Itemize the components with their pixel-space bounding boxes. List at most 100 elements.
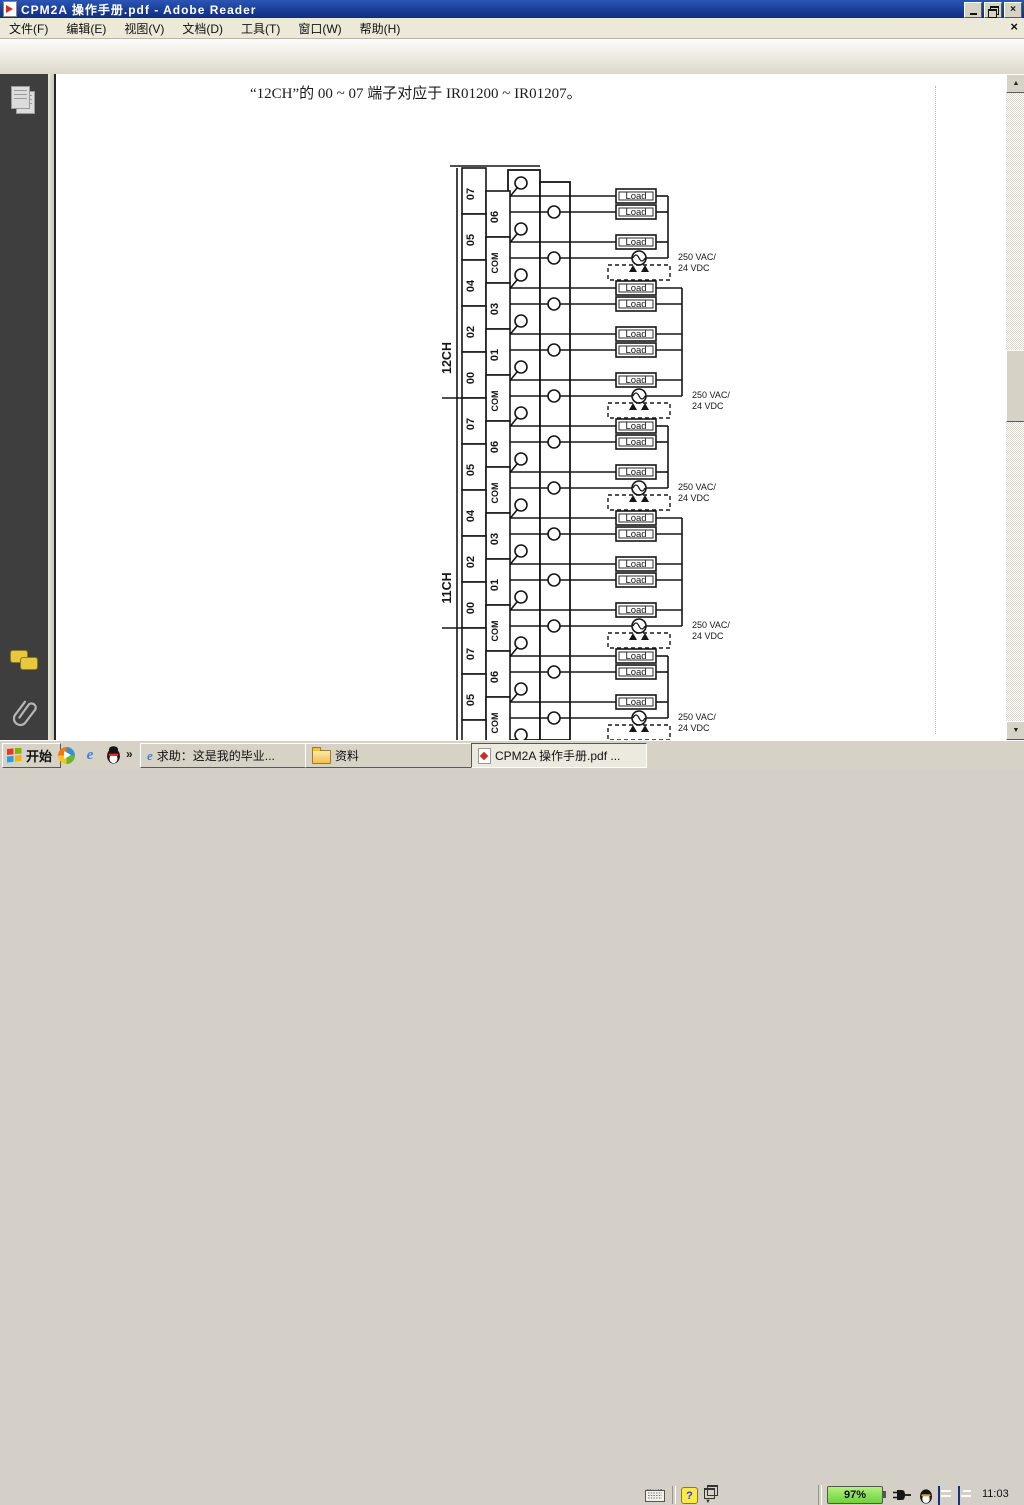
svg-text:11CH: 11CH (442, 572, 454, 603)
svg-text:06: 06 (489, 211, 501, 223)
svg-text:24 VDC: 24 VDC (692, 631, 724, 641)
scroll-down-icon: ▼ (1013, 727, 1020, 734)
svg-text:Load: Load (625, 283, 646, 294)
qq-penguin-icon (919, 1487, 933, 1504)
svg-text:02: 02 (465, 326, 477, 338)
folder-icon (312, 750, 331, 764)
svg-text:COM: COM (490, 253, 500, 274)
language-dropdown-icon[interactable]: ▼ (705, 1499, 711, 1505)
window-titlebar[interactable]: CPM2A 操作手册.pdf - Adobe Reader × (0, 0, 1024, 18)
taskbar-task-browser[interactable]: e 求助：这是我的毕业... (140, 743, 314, 768)
menu-bar: 文件(F) 编辑(E) 视图(V) 文档(D) 工具(T) 窗口(W) 帮助(H… (0, 18, 1024, 39)
battery-indicator[interactable]: 97% (827, 1486, 883, 1504)
task-label: CPM2A 操作手册.pdf ... (495, 747, 620, 764)
adobe-reader-icon (3, 1, 17, 17)
svg-text:07: 07 (465, 188, 477, 200)
language-help-icon[interactable]: ? (681, 1487, 698, 1504)
menu-window[interactable]: 窗口(W) (289, 18, 350, 39)
close-document-icon[interactable]: × (1010, 20, 1018, 33)
pages-panel-icon[interactable] (11, 86, 35, 114)
svg-text:07: 07 (465, 648, 477, 660)
menu-document[interactable]: 文档(D) (173, 18, 232, 39)
menu-help[interactable]: 帮助(H) (351, 18, 410, 39)
close-icon: × (1010, 5, 1016, 15)
svg-text:05: 05 (465, 694, 477, 706)
tray-ime-icon-1[interactable] (938, 1486, 940, 1505)
svg-text:Load: Load (625, 375, 646, 386)
wiring-diagram-svg: 12CH07Load06Load05LoadCOM250 VAC/24 VDC0… (442, 155, 742, 740)
svg-text:24 VDC: 24 VDC (692, 401, 724, 411)
menu-tools[interactable]: 工具(T) (232, 18, 289, 39)
vertical-scrollbar[interactable]: ▲ ▼ (1006, 74, 1024, 740)
svg-text:Load: Load (625, 207, 646, 218)
svg-text:Load: Load (625, 559, 646, 570)
svg-text:Load: Load (625, 421, 646, 432)
svg-text:06: 06 (489, 441, 501, 453)
tray-clock: 11:03 (982, 1488, 1009, 1500)
svg-text:Load: Load (625, 299, 646, 310)
svg-text:Load: Load (625, 345, 646, 356)
tray-ime-icon-2[interactable] (958, 1486, 960, 1505)
minimize-button[interactable] (964, 2, 982, 18)
svg-text:00: 00 (465, 602, 477, 614)
comments-panel-icon[interactable] (10, 650, 40, 672)
close-button[interactable]: × (1004, 2, 1022, 18)
quicklaunch-overflow-chevron[interactable]: » (126, 747, 133, 761)
svg-text:Load: Load (625, 605, 646, 616)
tray-qq-icon[interactable] (916, 1485, 936, 1505)
scroll-down-button[interactable]: ▼ (1006, 721, 1024, 740)
svg-text:Load: Load (625, 513, 646, 524)
quicklaunch-media-player-icon[interactable] (56, 745, 76, 765)
svg-text:01: 01 (489, 349, 501, 361)
scroll-up-button[interactable]: ▲ (1006, 74, 1024, 93)
svg-text:250 VAC/: 250 VAC/ (692, 620, 730, 630)
svg-text:03: 03 (489, 533, 501, 545)
scroll-up-icon: ▲ (1013, 80, 1020, 87)
svg-text:250 VAC/: 250 VAC/ (678, 712, 716, 722)
restore-button[interactable] (984, 2, 1002, 18)
toolbar: ▼ / 169 − + 101% ▼ (0, 39, 1024, 75)
language-keyboard-icon[interactable] (645, 1489, 665, 1502)
svg-text:250 VAC/: 250 VAC/ (692, 390, 730, 400)
svg-text:24 VDC: 24 VDC (678, 723, 710, 733)
svg-text:05: 05 (465, 464, 477, 476)
page-edge-line (935, 86, 936, 734)
window-title: CPM2A 操作手册.pdf - Adobe Reader (21, 1, 256, 18)
attachments-paperclip-icon[interactable] (13, 696, 37, 728)
quicklaunch-qq-icon[interactable] (103, 745, 123, 765)
language-restore-icon[interactable] (704, 1488, 715, 1499)
taskbar-task-folder[interactable]: 资料 (305, 743, 477, 768)
svg-text:05: 05 (465, 234, 477, 246)
svg-text:Load: Load (625, 651, 646, 662)
menu-file[interactable]: 文件(F) (0, 18, 57, 39)
restore-icon (990, 6, 999, 15)
ac-plug-icon[interactable] (893, 1488, 911, 1502)
svg-text:01: 01 (489, 579, 501, 591)
svg-text:250 VAC/: 250 VAC/ (678, 252, 716, 262)
svg-text:COM: COM (490, 391, 500, 412)
windows-logo-icon (7, 748, 22, 763)
menu-edit[interactable]: 编辑(E) (57, 18, 115, 39)
svg-text:00: 00 (465, 372, 477, 384)
document-page[interactable]: “12CH”的 00 ~ 07 端子对应于 IR01200 ~ IR01207。… (54, 74, 1010, 740)
svg-text:24 VDC: 24 VDC (678, 263, 710, 273)
quicklaunch-internet-explorer-icon[interactable]: e (80, 745, 100, 765)
taskbar-task-pdf-active[interactable]: CPM2A 操作手册.pdf ... (471, 743, 647, 768)
desktop: CPM2A 操作手册.pdf - Adobe Reader × 文件(F) 编辑… (0, 0, 1024, 768)
scrollbar-thumb[interactable] (1006, 350, 1024, 422)
minimize-icon (970, 13, 977, 15)
start-label: 开始 (26, 746, 52, 765)
svg-text:Load: Load (625, 697, 646, 708)
svg-text:03: 03 (489, 303, 501, 315)
ie-icon: e (147, 749, 153, 762)
svg-text:06: 06 (489, 671, 501, 683)
svg-text:Load: Load (625, 467, 646, 478)
task-label: 求助：这是我的毕业... (157, 747, 275, 764)
start-button[interactable]: 开始 (2, 743, 61, 768)
menu-view[interactable]: 视图(V) (115, 18, 173, 39)
window-controls: × (964, 2, 1022, 18)
svg-text:04: 04 (465, 279, 477, 292)
battery-percent: 97% (844, 1489, 866, 1501)
qq-penguin-icon (106, 746, 121, 764)
navigation-sidebar (0, 74, 48, 740)
